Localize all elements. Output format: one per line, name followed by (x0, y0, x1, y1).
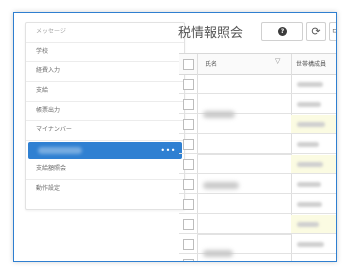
household-cell (291, 235, 336, 253)
column-header-name: 氏名 (205, 61, 218, 68)
redacted-value (297, 242, 324, 247)
table-row[interactable] (179, 75, 336, 94)
sidebar-item-label: 支給 (36, 87, 49, 95)
toolbar-button-partial[interactable]: ▭ (329, 22, 336, 41)
redacted-label (38, 147, 82, 155)
sidebar-item-label: 帳票出力 (36, 106, 61, 114)
sidebar-item-label: 支給額照会 (36, 165, 67, 173)
row-checkbox[interactable] (183, 199, 194, 210)
table-row[interactable] (179, 215, 336, 234)
refresh-button[interactable]: ⟳ (306, 22, 326, 41)
tax-info-table: 氏名 ▽ 世帯構成員 (179, 53, 336, 261)
redacted-name (203, 111, 235, 118)
group-divider (197, 154, 292, 155)
redacted-value (297, 162, 323, 167)
table-row[interactable] (179, 155, 336, 174)
row-checkbox[interactable] (183, 239, 194, 250)
table-row[interactable] (179, 95, 336, 114)
column-header-household: 世帯構成員 (296, 61, 327, 68)
redacted-value (297, 122, 325, 127)
row-checkbox[interactable] (183, 139, 194, 150)
sidebar-item-settings[interactable]: 動作設定 (26, 180, 184, 200)
sidebar-item-label: 学校 (36, 47, 49, 55)
household-cell (291, 255, 336, 261)
sidebar-item-label: メッセージ (36, 28, 66, 35)
select-all-checkbox[interactable] (183, 59, 194, 70)
row-checkbox[interactable] (183, 219, 194, 230)
help-button[interactable]: ? (261, 22, 303, 41)
table-row[interactable] (179, 255, 336, 261)
redacted-value (297, 102, 321, 107)
redacted-value (297, 202, 322, 207)
question-circle-icon: ? (278, 27, 287, 36)
row-checkbox[interactable] (183, 259, 194, 261)
redacted-name (203, 182, 239, 189)
sidebar-item-label: 経費入力 (36, 67, 61, 75)
redacted-value (297, 222, 319, 227)
row-checkbox[interactable] (183, 119, 194, 130)
sidebar-item-label: 動作設定 (36, 184, 61, 192)
sidebar-item-message[interactable]: メッセージ (26, 23, 184, 43)
calendar-icon: ▭ (332, 26, 336, 36)
row-checkbox[interactable] (183, 159, 194, 170)
table-row[interactable] (179, 115, 336, 134)
redacted-value (297, 82, 323, 87)
sidebar-item-payment[interactable]: 支給 (26, 82, 184, 102)
sidebar-item-expense-input[interactable]: 経費入力 (26, 62, 184, 83)
household-cell (291, 215, 336, 233)
household-cell (291, 195, 336, 213)
redacted-name (203, 250, 233, 257)
household-cell (291, 175, 336, 193)
redacted-value (297, 142, 319, 147)
sidebar-item-my-number[interactable]: マイナンバー (26, 121, 184, 142)
table-header: 氏名 ▽ 世帯構成員 (179, 54, 336, 75)
sidebar-menu: メッセージ 学校 経費入力 支給 帳票出力 マイナンバー ••• 支給額照会 動… (25, 22, 185, 210)
redacted-value (297, 182, 321, 187)
more-dots-icon[interactable]: ••• (160, 142, 176, 159)
household-cell (291, 75, 336, 93)
row-checkbox[interactable] (183, 99, 194, 110)
sidebar-item-school[interactable]: 学校 (26, 43, 184, 63)
household-cell (291, 115, 336, 133)
row-checkbox[interactable] (183, 79, 194, 90)
filter-icon[interactable]: ▽ (275, 57, 280, 65)
household-cell (291, 155, 336, 173)
table-row[interactable] (179, 195, 336, 214)
app-window: メッセージ 学校 経費入力 支給 帳票出力 マイナンバー ••• 支給額照会 動… (13, 12, 337, 262)
sidebar-item-label: マイナンバー (36, 126, 72, 134)
refresh-icon: ⟳ (311, 25, 321, 38)
page-title: 税情報照会 (178, 26, 244, 41)
group-divider (197, 234, 292, 235)
sidebar-item-payment-inquiry[interactable]: 支給額照会 (26, 160, 184, 180)
sidebar-item-selected[interactable]: ••• (28, 142, 182, 160)
table-row[interactable] (179, 135, 336, 154)
sidebar-item-report-output[interactable]: 帳票出力 (26, 102, 184, 122)
household-cell (291, 135, 336, 153)
household-cell (291, 95, 336, 113)
row-checkbox[interactable] (183, 179, 194, 190)
